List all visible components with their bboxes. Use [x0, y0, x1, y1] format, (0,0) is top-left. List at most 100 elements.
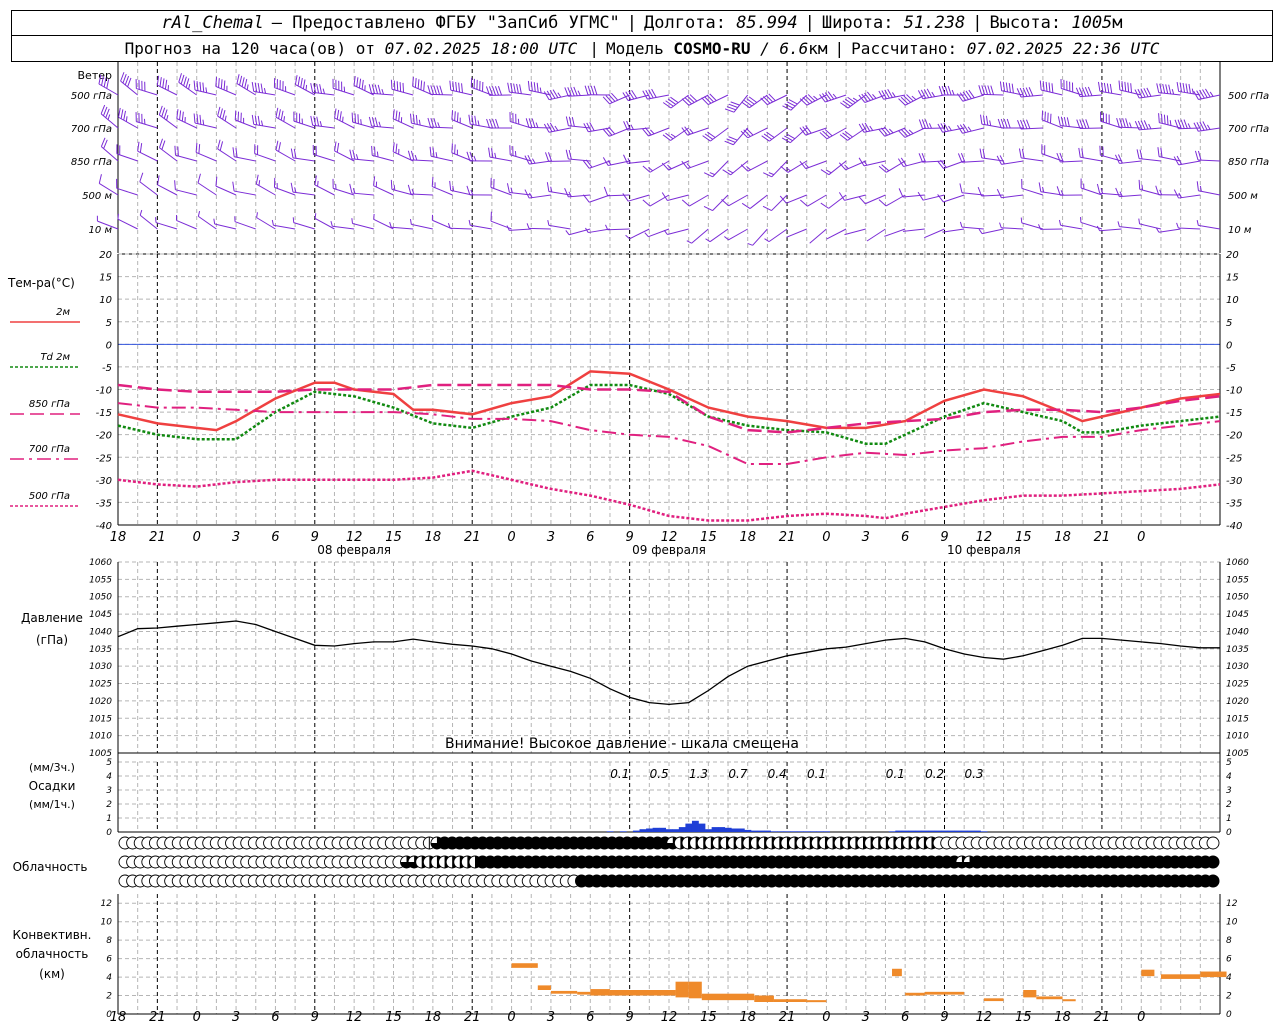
wind-barb: [392, 109, 414, 129]
wind-barb-feather: [251, 81, 255, 92]
wind-barb: [979, 148, 1004, 162]
wind-barb-half-feather: [360, 119, 362, 125]
wind-barb: [116, 144, 138, 162]
wind-barb-staff: [1021, 157, 1043, 162]
wind-barb: [1155, 185, 1181, 196]
wind-barb-staff: [768, 228, 788, 243]
wind-barb: [135, 112, 158, 129]
wind-barb-feather: [232, 147, 235, 157]
precip-bar: [901, 830, 909, 832]
wind-barb: [407, 184, 433, 196]
wind-barb-staff: [712, 160, 729, 178]
precip-bar: [823, 831, 831, 832]
wind-barb-feather: [984, 85, 989, 95]
precip-bar: [698, 823, 706, 832]
wind-barb: [686, 228, 709, 244]
wind-barb-half-feather: [322, 88, 326, 94]
convective-cloud-bar: [924, 991, 965, 995]
wind-barb-staff: [293, 222, 315, 230]
wind-barb: [884, 228, 906, 237]
wind-barb-staff: [312, 124, 335, 129]
y-tick-label: 1015: [89, 714, 112, 724]
x-tick-label: 3: [232, 530, 240, 545]
y-tick-label-right: 0: [1226, 1010, 1232, 1020]
wind-barb: [585, 227, 611, 234]
precip-bar: [947, 830, 955, 832]
precip-bar: [705, 829, 712, 832]
wind-barb: [924, 228, 945, 239]
wind-barb-staff: [691, 228, 709, 244]
wind-barb-feather: [990, 85, 995, 95]
y-tick-label: 12: [101, 899, 113, 909]
convective-title-1: Конвективн.: [13, 928, 92, 942]
wind-barb: [1134, 87, 1162, 99]
wind-barb: [826, 228, 847, 240]
wind-barb-feather: [390, 79, 393, 90]
wind-barb-staff: [943, 194, 965, 203]
x-tick-label: 18: [1054, 1010, 1071, 1024]
wind-barb-feather: [336, 142, 340, 153]
y-tick-label-right: 0: [1226, 340, 1232, 351]
wind-barb-staff: [157, 84, 178, 96]
wind-barb: [582, 194, 611, 203]
wind-barb-staff: [670, 94, 689, 109]
wind-barb-staff: [198, 215, 217, 230]
wind-barb-staff: [903, 160, 925, 168]
y-tick-label-right: 1020: [1226, 697, 1249, 707]
wind-barb-feather: [1047, 112, 1049, 123]
wind-barb-staff: [136, 88, 158, 96]
wind-level-label: 500 гПа: [71, 91, 112, 102]
wind-barb-staff: [253, 123, 276, 129]
wind-barb-feather: [985, 115, 989, 126]
wind-barb-feather: [1118, 80, 1121, 91]
convective-unit: (км): [39, 967, 65, 981]
wind-barb-feather: [392, 142, 395, 152]
wind-barb-feather: [217, 106, 221, 117]
x-tick-label: 3: [862, 530, 870, 545]
wind-barb-staff: [430, 126, 453, 129]
wind-barb-staff: [981, 93, 1004, 96]
precip-total-label: 1.3: [689, 767, 708, 781]
y-tick-label: 4: [106, 772, 112, 782]
wind-barb-feather: [407, 184, 412, 195]
wind-barb: [157, 175, 178, 196]
y-tick-label: -5: [102, 363, 112, 374]
wind-barb-staff: [733, 127, 749, 146]
precip-bar: [934, 830, 942, 832]
wind-barb: [349, 183, 374, 196]
precip-bar: [606, 831, 614, 832]
wind-barb: [799, 160, 827, 170]
convective-cloud-bar: [550, 990, 578, 994]
x-tick-label: 0: [1137, 530, 1145, 545]
y-tick-label-right: 12: [1226, 899, 1238, 909]
wind-barb-staff: [256, 183, 276, 196]
wind-barb: [215, 76, 237, 96]
wind-barb-feather: [1106, 83, 1110, 93]
convective-cloud-bar: [1160, 974, 1201, 979]
legend-label-t700: 700 гПа: [29, 444, 70, 455]
wind-barb-half-feather: [376, 151, 379, 157]
convective-cloud-bar: [675, 981, 689, 998]
wind-barb-feather: [193, 113, 196, 124]
y-tick-label: 1010: [89, 732, 112, 742]
wind-barb-feather: [316, 116, 320, 127]
x-tick-label: 3: [232, 1010, 240, 1024]
wind-barb-staff: [866, 228, 886, 242]
wind-barb-feather: [1038, 182, 1042, 192]
wind-barb-feather: [436, 85, 441, 95]
wind-barb-feather: [1041, 110, 1044, 120]
wind-barb-half-feather: [202, 119, 205, 126]
wind-barb: [840, 94, 867, 109]
wind-barb-half-feather: [418, 119, 421, 126]
wind-barb-staff: [373, 185, 394, 196]
wind-barb-half-feather: [381, 88, 385, 95]
wind-barb-feather: [1078, 147, 1081, 158]
wind-barb-staff: [607, 228, 630, 231]
wind-barb: [195, 142, 217, 162]
wind-barb: [702, 127, 729, 142]
wind-barb-feather: [622, 193, 629, 202]
wind-level-label: 10 м: [89, 225, 113, 236]
wind-barb: [466, 185, 492, 196]
wind-barb-staff: [548, 224, 571, 230]
wind-barb-half-feather: [605, 224, 609, 230]
